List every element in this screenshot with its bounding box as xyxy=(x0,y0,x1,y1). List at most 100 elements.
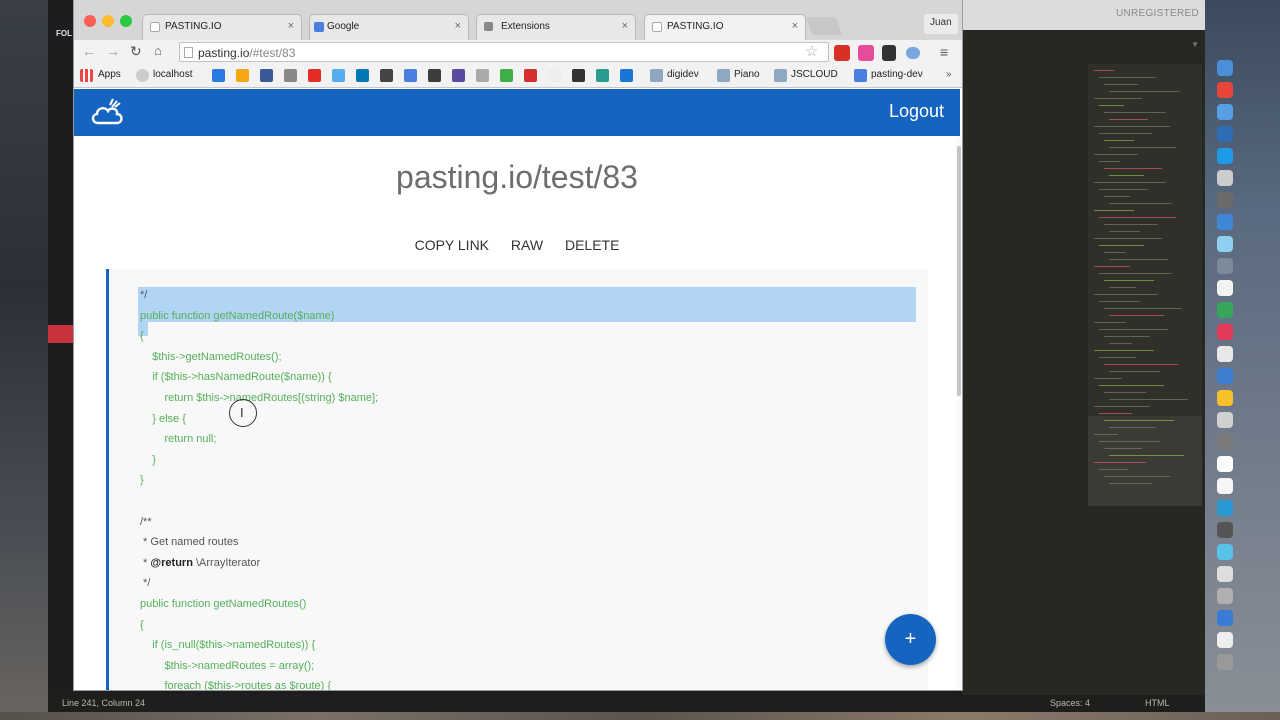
dock-app-icon[interactable] xyxy=(1217,566,1233,582)
bookmark-favicon-icon[interactable] xyxy=(236,69,249,82)
zoom-window-button[interactable] xyxy=(120,15,132,27)
dock-app-icon[interactable] xyxy=(1217,412,1233,428)
close-window-button[interactable] xyxy=(84,15,96,27)
bookmark-apps[interactable]: Apps xyxy=(98,69,121,80)
logout-button[interactable]: Logout xyxy=(889,101,944,122)
bookmark-favicon-icon[interactable] xyxy=(308,69,321,82)
forward-arrow-icon[interactable]: → xyxy=(106,43,120,59)
folder-icon xyxy=(717,69,730,82)
bookmark-favicon-icon[interactable] xyxy=(332,69,345,82)
editor-syntax[interactable]: HTML xyxy=(1145,698,1170,708)
close-tab-icon[interactable]: × xyxy=(288,20,294,32)
bookmark-favicon-icon[interactable] xyxy=(452,69,465,82)
minimap-line xyxy=(1109,343,1132,344)
bookmark-pasting-dev[interactable]: pasting-dev xyxy=(871,69,923,80)
profile-button[interactable]: Juan xyxy=(924,14,958,34)
raw-button[interactable]: RAW xyxy=(511,237,543,253)
dock-app-icon[interactable] xyxy=(1217,390,1233,406)
dock-app-icon[interactable] xyxy=(1217,148,1233,164)
dock-app-icon[interactable] xyxy=(1217,544,1233,560)
dock-app-icon[interactable] xyxy=(1217,500,1233,516)
bookmark-favicon-icon[interactable] xyxy=(260,69,273,82)
code-content[interactable]: */public function getNamedRoute($name){ … xyxy=(140,285,378,690)
close-tab-icon[interactable]: × xyxy=(455,20,461,32)
bookmark-favicon-icon[interactable] xyxy=(212,69,225,82)
dock-app-icon[interactable] xyxy=(1217,632,1233,648)
minimap-line xyxy=(1104,112,1166,113)
dock-app-icon[interactable] xyxy=(1217,478,1233,494)
tab-extensions[interactable]: Extensions × xyxy=(476,14,636,40)
bookmark-piano[interactable]: Piano xyxy=(734,69,760,80)
dock-app-icon[interactable] xyxy=(1217,346,1233,362)
add-paste-button[interactable]: + xyxy=(885,614,936,665)
tab-pasting-1[interactable]: PASTING.IO × xyxy=(142,14,302,40)
dock-app-icon[interactable] xyxy=(1217,104,1233,120)
dock-app-icon[interactable] xyxy=(1217,368,1233,384)
dock-app-icon[interactable] xyxy=(1217,302,1233,318)
bookmark-star-icon[interactable]: ☆ xyxy=(805,42,818,60)
text-cursor-icon xyxy=(229,399,257,427)
minimize-window-button[interactable] xyxy=(102,15,114,27)
extension-pink-icon[interactable] xyxy=(858,45,874,61)
minimap-line xyxy=(1104,364,1178,365)
new-tab-button[interactable] xyxy=(805,17,843,35)
tab-pasting-active[interactable]: PASTING.IO × xyxy=(644,14,806,40)
minimap-line xyxy=(1104,336,1150,337)
bookmark-favicon-icon[interactable] xyxy=(476,69,489,82)
bookmark-favicon-icon[interactable] xyxy=(524,69,537,82)
bookmark-favicon-icon[interactable] xyxy=(500,69,513,82)
home-icon[interactable]: ⌂ xyxy=(154,43,162,58)
bookmark-localhost[interactable]: localhost xyxy=(153,69,192,80)
code-block[interactable]: */public function getNamedRoute($name){ … xyxy=(106,269,928,690)
cloud-logo-icon[interactable] xyxy=(90,97,124,127)
minimap-line xyxy=(1109,231,1140,232)
dock-app-icon[interactable] xyxy=(1217,280,1233,296)
minimap-line xyxy=(1094,126,1170,127)
address-bar[interactable]: pasting.io/#test/83 xyxy=(179,42,829,62)
bookmark-favicon-icon[interactable] xyxy=(596,69,609,82)
bookmark-favicon-icon[interactable] xyxy=(284,69,297,82)
dock-app-icon[interactable] xyxy=(1217,588,1233,604)
bookmark-favicon-icon[interactable] xyxy=(620,69,633,82)
page-scrollbar[interactable] xyxy=(956,136,962,690)
dock-app-icon[interactable] xyxy=(1217,258,1233,274)
editor-indentation[interactable]: Spaces: 4 xyxy=(1050,698,1090,708)
dock-app-icon[interactable] xyxy=(1217,60,1233,76)
dock-app-icon[interactable] xyxy=(1217,434,1233,450)
minimap-line xyxy=(1109,119,1148,120)
back-arrow-icon[interactable]: ← xyxy=(82,43,96,59)
dock-app-icon[interactable] xyxy=(1217,610,1233,626)
delete-button[interactable]: DELETE xyxy=(565,237,619,253)
bookmark-favicon-icon[interactable] xyxy=(428,69,441,82)
close-tab-icon[interactable]: × xyxy=(792,20,798,32)
dock-app-icon[interactable] xyxy=(1217,126,1233,142)
bookmark-favicon-icon[interactable] xyxy=(548,69,561,82)
eyedropper-extension-icon[interactable] xyxy=(882,45,896,61)
bookmark-favicon-icon[interactable] xyxy=(356,69,369,82)
bookmark-favicon-icon[interactable] xyxy=(404,69,417,82)
reload-icon[interactable]: ↻ xyxy=(130,43,142,60)
dock-app-icon[interactable] xyxy=(1217,170,1233,186)
dock-app-icon[interactable] xyxy=(1217,654,1233,670)
editor-minimap[interactable] xyxy=(1088,64,1202,506)
cloud-extension-icon[interactable] xyxy=(906,47,920,59)
bookmark-favicon-icon[interactable] xyxy=(572,69,585,82)
dock-app-icon[interactable] xyxy=(1217,324,1233,340)
bookmark-digidev[interactable]: digidev xyxy=(667,69,699,80)
gmail-extension-icon[interactable] xyxy=(834,45,850,61)
folder-icon xyxy=(650,69,663,82)
bookmark-favicon-icon[interactable] xyxy=(380,69,393,82)
dock-app-icon[interactable] xyxy=(1217,522,1233,538)
bookmarks-overflow-button[interactable]: » xyxy=(946,69,952,80)
dock-app-icon[interactable] xyxy=(1217,456,1233,472)
minimap-viewport[interactable] xyxy=(1088,416,1202,506)
dock-app-icon[interactable] xyxy=(1217,214,1233,230)
tab-google[interactable]: Google × xyxy=(309,14,469,40)
hamburger-menu-icon[interactable]: ≡ xyxy=(940,44,948,60)
dock-app-icon[interactable] xyxy=(1217,236,1233,252)
dock-app-icon[interactable] xyxy=(1217,82,1233,98)
close-tab-icon[interactable]: × xyxy=(622,20,628,32)
dock-app-icon[interactable] xyxy=(1217,192,1233,208)
bookmark-jscloud[interactable]: JSCLOUD xyxy=(791,69,838,80)
copy-link-button[interactable]: COPY LINK xyxy=(415,237,489,253)
